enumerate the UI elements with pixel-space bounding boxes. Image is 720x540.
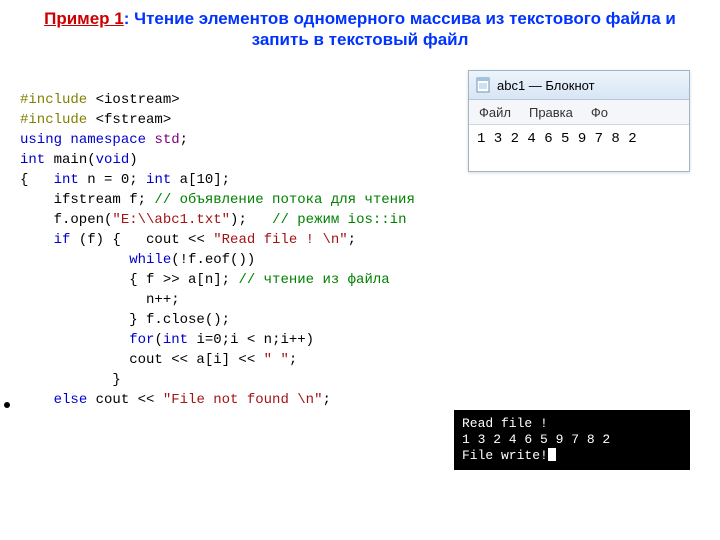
notepad-menu-more[interactable]: Фо — [591, 105, 608, 120]
console-cursor — [548, 448, 556, 461]
console-line1: Read file ! — [462, 416, 548, 431]
notepad-menubar: Файл Правка Фо — [469, 100, 689, 125]
code-block: #include <iostream> #include <fstream> u… — [20, 70, 415, 410]
console-line2: 1 3 2 4 6 5 9 7 8 2 — [462, 432, 610, 447]
notepad-window: abc1 — Блокнот Файл Правка Фо 1 3 2 4 6 … — [468, 70, 690, 172]
console-output: Read file ! 1 3 2 4 6 5 9 7 8 2 File wri… — [454, 410, 690, 470]
notepad-content[interactable]: 1 3 2 4 6 5 9 7 8 2 — [469, 125, 689, 171]
title-prefix: Пример 1 — [44, 9, 124, 28]
notepad-icon — [475, 77, 491, 93]
notepad-menu-file[interactable]: Файл — [479, 105, 511, 120]
notepad-menu-edit[interactable]: Правка — [529, 105, 573, 120]
notepad-title-text: abc1 — Блокнот — [497, 78, 595, 93]
console-line3: File write! — [462, 448, 548, 463]
bullet-dot — [4, 402, 10, 408]
title-sep: : — [124, 9, 134, 28]
notepad-titlebar: abc1 — Блокнот — [469, 71, 689, 100]
title-text: Чтение элементов одномерного массива из … — [134, 9, 676, 49]
slide-title: Пример 1: Чтение элементов одномерного м… — [0, 0, 720, 55]
